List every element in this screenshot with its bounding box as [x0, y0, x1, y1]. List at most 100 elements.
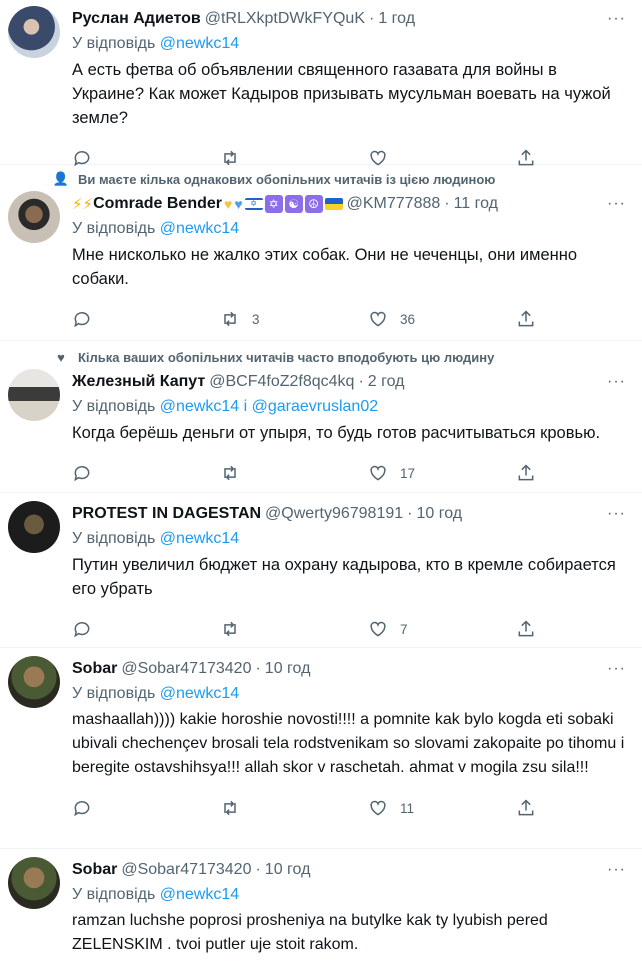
- tweet-text: mashaallah)))) kakie horoshie novosti!!!…: [72, 711, 625, 776]
- separator-dot: ·: [369, 10, 375, 27]
- avatar[interactable]: [8, 369, 60, 421]
- retweet-button[interactable]: [220, 798, 368, 818]
- like-button[interactable]: 17: [368, 463, 516, 483]
- avatar[interactable]: [8, 857, 60, 909]
- tweet[interactable]: Sobar @Sobar47173420 · 10 год ··· У відп…: [0, 648, 642, 849]
- lightning-icon: ⚡⚡: [72, 196, 94, 213]
- like-icon: [370, 800, 386, 816]
- separator-dot: ·: [358, 373, 364, 390]
- display-name[interactable]: PROTEST IN DAGESTAN: [72, 505, 261, 523]
- reply-button[interactable]: [72, 619, 220, 639]
- user-handle[interactable]: @BCF4foZ2f8qc4kq: [209, 373, 354, 391]
- tweet-header: Руслан Адиетов @tRLXkptDWkFYQuK · 1 год …: [72, 6, 626, 32]
- like-button[interactable]: 36: [368, 309, 516, 329]
- like-count: 7: [400, 621, 408, 637]
- mention-link[interactable]: @newkc14: [160, 530, 239, 547]
- timestamp[interactable]: 11 год: [454, 195, 498, 213]
- share-icon: [518, 310, 534, 327]
- tweet-text: А есть фетва об объявлении священного га…: [72, 61, 611, 127]
- timestamp[interactable]: 1 год: [378, 10, 415, 28]
- more-icon[interactable]: ···: [607, 861, 626, 879]
- user-handle[interactable]: @Sobar47173420: [121, 861, 251, 879]
- user-handle[interactable]: @tRLXkptDWkFYQuK: [205, 10, 365, 28]
- reply-button[interactable]: [72, 309, 220, 329]
- retweet-button[interactable]: [220, 463, 368, 483]
- mention-link[interactable]: @newkc14: [160, 35, 239, 52]
- avatar[interactable]: [8, 191, 60, 243]
- replying-to: У відповідь @newkc14: [72, 217, 626, 241]
- mention-link[interactable]: @newkc14 і @garaevruslan02: [160, 398, 378, 415]
- tweet-header: Железный Капут @BCF4foZ2f8qc4kq · 2 год …: [72, 369, 626, 395]
- display-name[interactable]: Sobar: [72, 861, 117, 879]
- like-button[interactable]: 11: [368, 798, 516, 818]
- reply-prefix: У відповідь: [72, 886, 156, 903]
- reply-prefix: У відповідь: [72, 220, 156, 237]
- tweet[interactable]: Sobar @Sobar47173420 · 10 год ··· У відп…: [0, 849, 642, 962]
- mention-link[interactable]: @newkc14: [160, 886, 239, 903]
- reply-icon: [74, 466, 90, 482]
- timestamp[interactable]: 10 год: [416, 505, 462, 523]
- tweet-header: Sobar @Sobar47173420 · 10 год ···: [72, 857, 626, 883]
- tweet[interactable]: ♥ Кілька ваших обопільних читачів часто …: [0, 341, 642, 493]
- like-button[interactable]: 7: [368, 619, 516, 639]
- like-icon: [370, 621, 386, 637]
- context-text: Кілька ваших обопільних читачів часто вп…: [78, 349, 495, 365]
- heart-yellow-icon: ♥: [224, 196, 233, 212]
- replying-to: У відповідь @newkc14: [72, 527, 626, 551]
- share-button[interactable]: [516, 309, 556, 329]
- timestamp[interactable]: 2 год: [368, 373, 405, 391]
- user-handle[interactable]: @Qwerty96798191: [265, 505, 403, 523]
- display-name[interactable]: Comrade Bender: [93, 195, 222, 213]
- display-name[interactable]: Sobar: [72, 660, 117, 678]
- peace-icon: ☮: [304, 195, 323, 213]
- user-handle[interactable]: @Sobar47173420: [121, 660, 251, 678]
- avatar[interactable]: [8, 656, 60, 708]
- separator-dot: ·: [444, 195, 450, 212]
- share-button[interactable]: [516, 463, 556, 483]
- retweet-button[interactable]: 3: [220, 309, 368, 329]
- timestamp[interactable]: 10 год: [265, 660, 311, 678]
- retweet-button[interactable]: [220, 619, 368, 639]
- share-icon: [518, 799, 534, 816]
- more-icon[interactable]: ···: [607, 505, 626, 523]
- display-name[interactable]: Железный Капут: [72, 373, 205, 391]
- share-button[interactable]: [516, 619, 556, 639]
- tweet-header: ⚡⚡ Comrade Bender ♥ ♥ ✡ ✡ ☯ ☮ @KM777888 …: [72, 191, 626, 217]
- tweet[interactable]: Руслан Адиетов @tRLXkptDWkFYQuK · 1 год …: [0, 0, 642, 167]
- mention-link[interactable]: @newkc14: [160, 220, 239, 237]
- reply-prefix: У відповідь: [72, 398, 156, 415]
- tweet-text: Когда берёшь деньги от упыря, то будь го…: [72, 424, 601, 442]
- more-icon[interactable]: ···: [607, 373, 626, 391]
- tweet-header: PROTEST IN DAGESTAN @Qwerty96798191 · 10…: [72, 501, 626, 527]
- retweet-icon: [224, 621, 236, 637]
- reply-prefix: У відповідь: [72, 685, 156, 702]
- reply-button[interactable]: [72, 798, 220, 818]
- mention-link[interactable]: @newkc14: [160, 685, 239, 702]
- display-name[interactable]: Руслан Адиетов: [72, 10, 201, 28]
- tweet-actions: 3 36: [72, 297, 626, 341]
- context-text: Ви маєте кілька однакових обопільних чит…: [78, 171, 496, 187]
- social-context: ♥ Кілька ваших обопільних читачів часто …: [8, 345, 626, 369]
- more-icon[interactable]: ···: [607, 195, 626, 213]
- share-icon: [518, 464, 534, 481]
- user-handle[interactable]: @KM777888: [347, 195, 441, 213]
- social-context: 👤 Ви маєте кілька однакових обопільних ч…: [8, 167, 626, 191]
- timestamp[interactable]: 10 год: [265, 861, 311, 879]
- tweet-actions: 17: [72, 451, 626, 495]
- reply-button[interactable]: [72, 463, 220, 483]
- more-icon[interactable]: ···: [607, 10, 626, 28]
- reply-feed: Руслан Адиетов @tRLXkptDWkFYQuK · 1 год …: [0, 0, 642, 962]
- share-button[interactable]: [516, 798, 556, 818]
- avatar[interactable]: [8, 6, 60, 58]
- tweet[interactable]: 👤 Ви маєте кілька однакових обопільних ч…: [0, 165, 642, 341]
- yin-yang-icon: ☯: [284, 195, 303, 213]
- tweet-actions: 11: [72, 786, 626, 830]
- avatar[interactable]: [8, 501, 60, 553]
- more-icon[interactable]: ···: [607, 660, 626, 678]
- tweet[interactable]: PROTEST IN DAGESTAN @Qwerty96798191 · 10…: [0, 493, 642, 648]
- replying-to: У відповідь @newkc14: [72, 682, 626, 706]
- separator-dot: ·: [255, 660, 261, 677]
- replying-to: У відповідь @newkc14: [72, 32, 626, 56]
- heart-blue-icon: ♥: [234, 196, 243, 212]
- tweet-text: Мне нисколько не жалко этих собак. Они н…: [72, 246, 578, 288]
